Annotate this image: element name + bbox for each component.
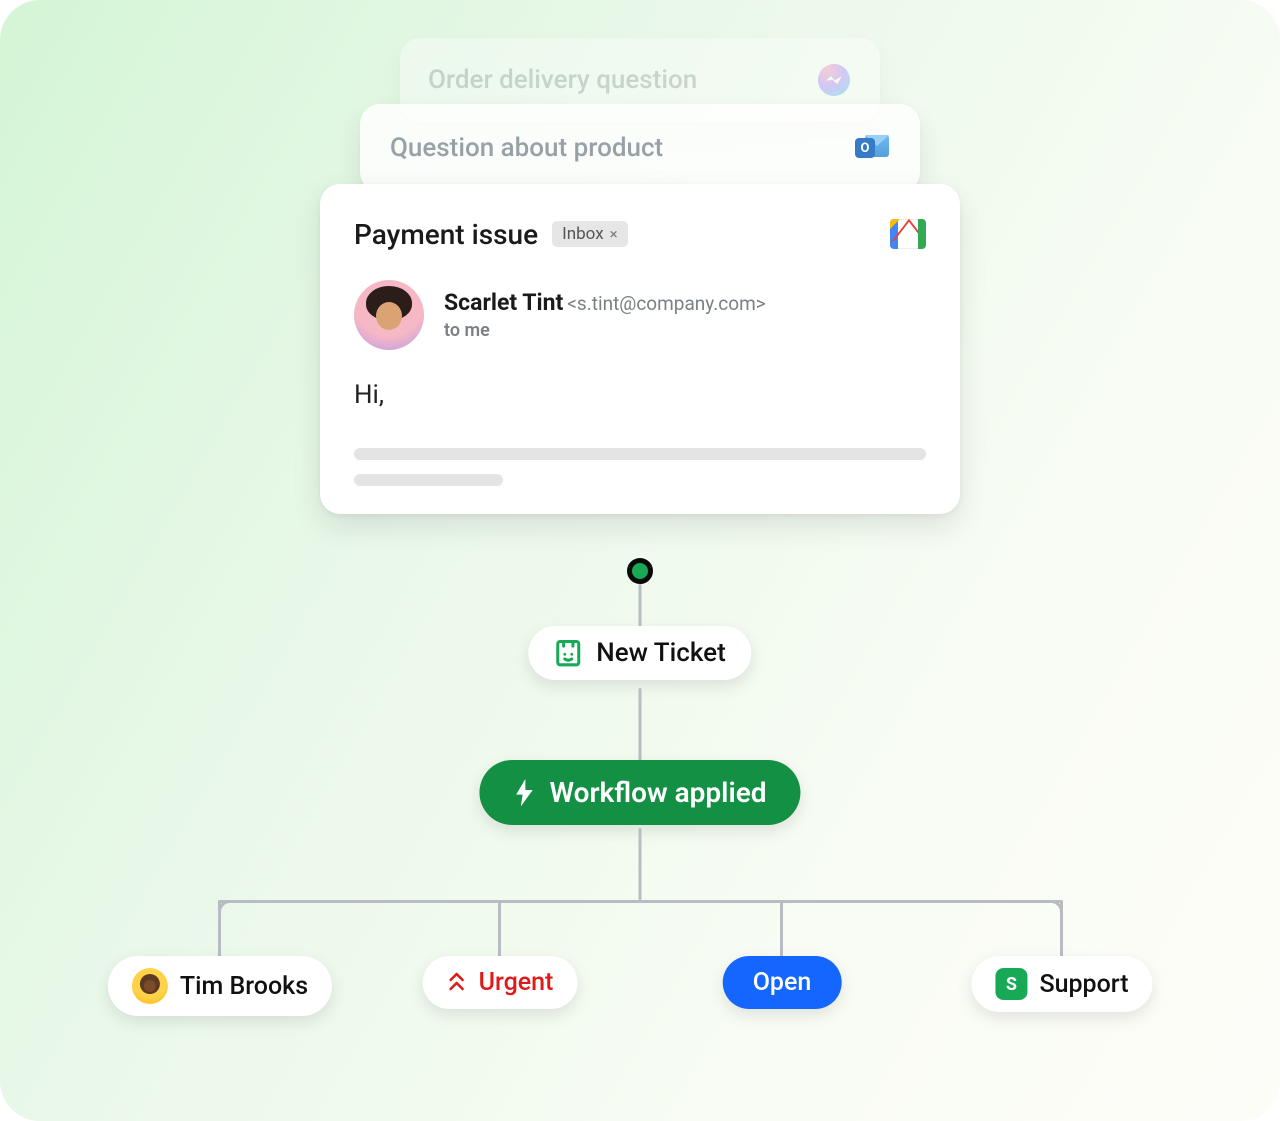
gmail-icon xyxy=(890,216,926,252)
email-card-mid: Question about product O xyxy=(360,104,920,192)
connector-line xyxy=(498,900,501,960)
email-title: Payment issue xyxy=(354,218,538,251)
connector-line xyxy=(639,688,642,768)
recipient-line: to me xyxy=(444,320,766,341)
sender-row: Scarlet Tint <s.tint@company.com> to me xyxy=(354,280,926,350)
assignee-name: Tim Brooks xyxy=(180,972,308,1001)
connector-line xyxy=(1060,900,1063,960)
email-title: Order delivery question xyxy=(428,65,697,95)
assignee-chip[interactable]: Tim Brooks xyxy=(108,956,332,1016)
email-title: Question about product xyxy=(390,133,663,163)
status-label: Open xyxy=(753,968,812,997)
priority-chip[interactable]: Urgent xyxy=(423,956,578,1009)
sender-email: <s.tint@company.com> xyxy=(567,292,765,315)
flow-start-node xyxy=(627,558,653,584)
new-ticket-label: New Ticket xyxy=(596,638,725,668)
connector-line xyxy=(639,828,642,900)
email-card-front: Payment issue Inbox × Scarlet Tint <s.ti… xyxy=(320,184,960,514)
group-chip[interactable]: S Support xyxy=(971,956,1152,1012)
inbox-chip[interactable]: Inbox × xyxy=(552,221,628,247)
text-placeholder-line xyxy=(354,474,503,486)
lightning-icon xyxy=(513,779,535,807)
close-icon[interactable]: × xyxy=(610,225,618,243)
new-ticket-pill[interactable]: New Ticket xyxy=(528,626,751,680)
status-chip[interactable]: Open xyxy=(723,956,842,1009)
assignee-avatar xyxy=(132,968,168,1004)
priority-label: Urgent xyxy=(479,968,554,997)
connector-line xyxy=(780,900,783,960)
connector-branch-bar xyxy=(218,900,1062,903)
messenger-icon xyxy=(816,62,852,98)
priority-urgent-icon xyxy=(447,971,467,995)
workflow-diagram: Order delivery question Question about p… xyxy=(0,0,1280,1121)
group-badge-icon: S xyxy=(995,968,1027,1000)
ticket-icon xyxy=(554,638,582,668)
connector-line xyxy=(218,900,221,960)
email-body-greeting: Hi, xyxy=(354,380,926,410)
sender-avatar xyxy=(354,280,424,350)
workflow-applied-pill[interactable]: Workflow applied xyxy=(479,760,800,825)
inbox-chip-label: Inbox xyxy=(562,224,604,244)
text-placeholder-line xyxy=(354,448,926,460)
sender-name: Scarlet Tint xyxy=(444,289,563,316)
workflow-label: Workflow applied xyxy=(549,776,766,809)
group-label: Support xyxy=(1039,970,1128,999)
outlook-icon: O xyxy=(854,130,890,166)
